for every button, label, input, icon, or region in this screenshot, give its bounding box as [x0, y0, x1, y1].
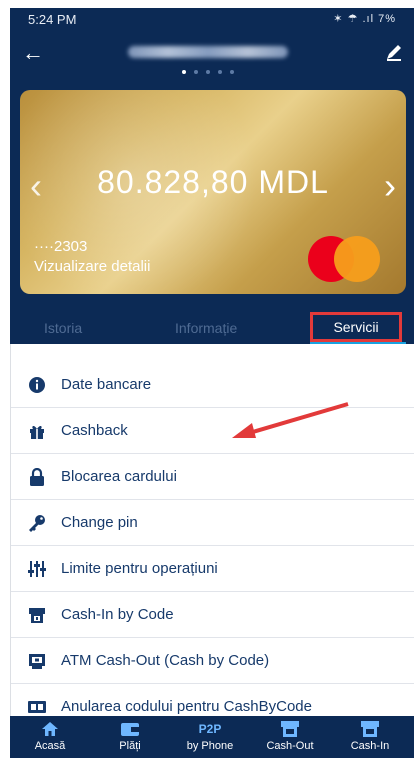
nav-label: Cash-In: [350, 740, 390, 752]
account-holder-name-blurred: [128, 46, 288, 58]
status-time: 5:24 PM: [28, 12, 77, 27]
wallet-icon: [90, 720, 170, 738]
status-bar: 5:24 PM ✶ ☂ .ıl 7%: [10, 8, 414, 32]
arrow-left-icon[interactable]: ←: [22, 42, 44, 64]
red-arrow-annotation: [232, 402, 349, 438]
tab-servicii[interactable]: Servicii: [310, 312, 402, 342]
nav-label: Plăți: [119, 740, 141, 752]
list-item-label: Date bancare: [61, 376, 152, 393]
pencil-icon[interactable]: [384, 42, 404, 67]
mastercard-logo: [308, 236, 380, 282]
pager-dot: [230, 70, 234, 74]
list-item-atm-cash-out[interactable]: ATM Cash-Out (Cash by Code): [11, 638, 414, 684]
card-number: ····2303: [34, 238, 88, 255]
list-item-label: Change pin: [61, 514, 138, 531]
tab-bar: Istoria Informație Servicii: [10, 310, 414, 345]
lock-icon: [27, 468, 47, 486]
cash-in-icon: [330, 720, 410, 738]
tab-informatie[interactable]: Informație: [175, 320, 237, 336]
list-item-label: Blocarea cardului: [61, 468, 177, 485]
top-bar: ←: [10, 38, 414, 78]
gift-icon: [27, 422, 47, 440]
key-icon: [27, 514, 47, 532]
nav-cash-out[interactable]: Cash-Out: [250, 716, 330, 758]
sliders-icon: [27, 560, 47, 578]
nav-plati[interactable]: Plăți: [90, 716, 170, 758]
home-icon: [10, 720, 90, 738]
nav-acasa[interactable]: Acasă: [10, 716, 90, 758]
pager-dot: [206, 70, 210, 74]
nav-label: Acasă: [34, 740, 66, 752]
cash-in-icon: [27, 606, 47, 624]
list-item-label: Cash-In by Code: [61, 606, 174, 623]
list-item-label: Anularea codului pentru CashByCode: [61, 698, 312, 715]
bank-card[interactable]: ‹ › 80.828,80 MDL ····2303 Vizualizare d…: [20, 90, 406, 294]
card-balance: 80.828,80 MDL: [97, 164, 329, 200]
nav-cash-in[interactable]: Cash-In: [330, 716, 410, 758]
pager-dot-active: [182, 70, 186, 74]
card-header-area: 5:24 PM ✶ ☂ .ıl 7% ← ‹ › 80.828,80 MDL ·…: [10, 8, 414, 345]
list-item-cash-in-by-code[interactable]: Cash-In by Code: [11, 592, 414, 638]
card-pager-dots: [182, 70, 262, 76]
phone-screen: 5:24 PM ✶ ☂ .ıl 7% ← ‹ › 80.828,80 MDL ·…: [0, 0, 414, 758]
nav-label: Cash-Out: [266, 740, 314, 752]
list-item-label: ATM Cash-Out (Cash by Code): [61, 652, 270, 669]
list-item-change-pin[interactable]: Change pin: [11, 500, 414, 546]
cash-out-icon: [250, 720, 330, 738]
bottom-navigation: Acasă Plăți P2P by Phone Cash-Out Cash-I…: [10, 716, 414, 758]
tab-istoria[interactable]: Istoria: [44, 320, 82, 336]
pager-dot: [218, 70, 222, 74]
list-item-blocarea-cardului[interactable]: Blocarea cardului: [11, 454, 414, 500]
nav-label: by Phone: [186, 740, 234, 752]
info-circle-icon: [27, 376, 47, 394]
pager-dot: [194, 70, 198, 74]
list-item-label: Limite pentru operațiuni: [61, 560, 218, 577]
status-indicators: ✶ ☂ .ıl 7%: [333, 13, 396, 25]
view-details-link[interactable]: Vizualizare detalii: [34, 258, 150, 275]
nav-p2p-by-phone[interactable]: P2P by Phone: [170, 716, 250, 758]
list-item-limite[interactable]: Limite pentru operațiuni: [11, 546, 414, 592]
list-item-label: Cashback: [61, 422, 128, 439]
p2p-label: P2P: [198, 722, 222, 736]
cancel-code-icon: [27, 698, 47, 716]
atm-icon: [27, 652, 47, 670]
